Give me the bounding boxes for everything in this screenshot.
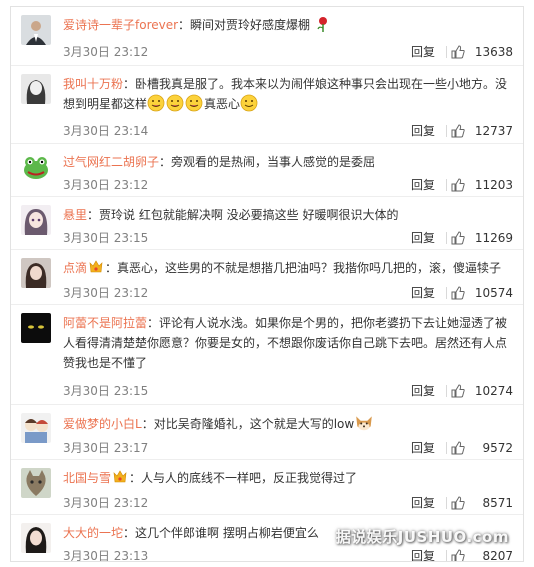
comment-text: ：贾玲说 红包就能解决啊 没必要搞这些 好暖啊很识大体的 — [87, 208, 399, 222]
comment-item: 我叫十万粉：卧槽我真是服了。我本来以为闹伴娘这种事只会出现在一些小地方。没想到明… — [11, 66, 523, 144]
shiba-dog-icon — [356, 416, 372, 431]
username-link[interactable]: 过气网红二胡卵子 — [63, 155, 159, 169]
thumbs-up-icon — [451, 124, 465, 138]
avatar[interactable] — [21, 152, 51, 182]
thumbs-up-icon — [451, 549, 465, 561]
comment-text: ：瞬间对贾玲好感度爆棚 — [178, 18, 311, 32]
reply-button[interactable]: 回复 — [411, 284, 435, 302]
like-count: 8207 — [482, 549, 513, 562]
comment-item: 爱诗诗一辈子forever：瞬间对贾玲好感度爆棚 3月30日 23:12 回复 … — [11, 7, 523, 66]
like-count: 10274 — [474, 384, 513, 398]
thumbs-up-icon — [451, 45, 465, 59]
divider — [446, 497, 447, 509]
reply-button[interactable]: 回复 — [411, 122, 435, 140]
vip-badge-icon — [89, 260, 103, 273]
comment-text: ：对比吴奇隆婚礼，这个就是大写的low — [141, 417, 355, 431]
comment-item: 爱做梦的小白L：对比吴奇隆婚礼，这个就是大写的low 3月30日 23:17 回… — [11, 405, 523, 460]
comment-time: 3月30日 23:13 — [63, 549, 149, 562]
comment-time: 3月30日 23:12 — [63, 496, 149, 510]
like-count: 8571 — [482, 496, 513, 510]
like-count: 10574 — [474, 286, 513, 300]
thumbs-up-icon — [451, 384, 465, 398]
smile-emoji-icon — [240, 94, 258, 112]
comment-item: 点滴 ：真恶心，这些男的不就是想揩几把油吗？我揩你吗几把的，滚，傻逼犊子 3月30… — [11, 250, 523, 305]
like-button[interactable]: 11269 — [451, 229, 513, 247]
divider — [446, 287, 447, 299]
comment-time: 3月30日 23:12 — [63, 45, 149, 59]
thumbs-up-icon — [451, 496, 465, 510]
like-button[interactable]: 10274 — [451, 382, 513, 400]
avatar[interactable] — [21, 15, 51, 45]
comment-text: ：旁观看的是热闹，当事人感觉的是委屈 — [159, 155, 376, 169]
comment-time: 3月30日 23:15 — [63, 231, 149, 245]
avatar[interactable] — [21, 74, 51, 104]
reply-button[interactable]: 回复 — [411, 43, 435, 61]
username-link[interactable]: 点滴 — [63, 261, 87, 275]
like-count: 13638 — [474, 45, 513, 59]
comment-time: 3月30日 23:12 — [63, 286, 149, 300]
avatar[interactable] — [21, 413, 51, 443]
comment-text: 真恶心 — [204, 97, 241, 111]
tongue-emoji-icon — [185, 94, 203, 112]
rose-icon — [317, 17, 327, 32]
username-link[interactable]: 我叫十万粉 — [63, 77, 123, 91]
reply-button[interactable]: 回复 — [411, 494, 435, 512]
like-button[interactable]: 12737 — [451, 122, 513, 140]
divider — [446, 442, 447, 454]
divider — [446, 125, 447, 137]
like-count: 11203 — [474, 178, 513, 192]
like-button[interactable]: 8571 — [451, 494, 513, 512]
like-button[interactable]: 8207 — [451, 547, 513, 562]
avatar[interactable] — [21, 258, 51, 288]
comment-item: 阿蕾不是阿拉蕾：评论有人说水浅。如果你是个男的，把你老婆扔下去让她湿透了被人看得… — [11, 305, 523, 405]
reply-button[interactable]: 回复 — [411, 547, 435, 561]
comment-text: ：这几个伴郎谁啊 摆明占柳岩便宜么 — [123, 526, 319, 540]
reply-button[interactable]: 回复 — [411, 176, 435, 194]
thumbs-up-icon — [451, 231, 465, 245]
username-link[interactable]: 北国与雪 — [63, 471, 111, 485]
like-count: 9572 — [482, 441, 513, 455]
reply-button[interactable]: 回复 — [411, 382, 435, 400]
comment-time: 3月30日 23:14 — [63, 124, 149, 138]
thumbs-up-icon — [451, 441, 465, 455]
divider — [446, 385, 447, 397]
comment-text: ：卧槽我真是服了。我本来以为闹伴娘这种事只会出现在一些小地方。没想到明星都这样 — [63, 77, 508, 111]
vip-badge-icon — [113, 470, 127, 483]
tongue-emoji-icon — [147, 94, 165, 112]
comment-time: 3月30日 23:17 — [63, 441, 149, 455]
like-button[interactable]: 9572 — [451, 439, 513, 457]
comment-item: 悬里：贾玲说 红包就能解决啊 没必要搞这些 好暖啊很识大体的 3月30日 23:… — [11, 197, 523, 250]
comment-list: 爱诗诗一辈子forever：瞬间对贾玲好感度爆棚 3月30日 23:12 回复 … — [10, 6, 524, 562]
like-button[interactable]: 13638 — [451, 43, 513, 61]
comment-text: ：人与人的底线不一样吧，反正我觉得过了 — [129, 471, 358, 485]
username-link[interactable]: 大大的一坨 — [63, 526, 123, 540]
username-link[interactable]: 爱诗诗一辈子forever — [63, 18, 178, 32]
divider — [446, 232, 447, 244]
username-link[interactable]: 阿蕾不是阿拉蕾 — [63, 316, 147, 330]
avatar[interactable] — [21, 468, 51, 498]
like-button[interactable]: 11203 — [451, 176, 513, 194]
thumbs-up-icon — [451, 286, 465, 300]
username-link[interactable]: 悬里 — [63, 208, 87, 222]
username-link[interactable]: 爱做梦的小白L — [63, 417, 142, 431]
like-count: 11269 — [474, 231, 513, 245]
divider — [446, 179, 447, 191]
avatar[interactable] — [21, 205, 51, 235]
divider — [446, 550, 447, 561]
thumbs-up-icon — [451, 178, 465, 192]
watermark: 据说娱乐JUSHUO.com — [335, 528, 509, 546]
like-button[interactable]: 10574 — [451, 284, 513, 302]
like-count: 12737 — [474, 124, 513, 138]
divider — [446, 46, 447, 58]
comment-time: 3月30日 23:15 — [63, 384, 149, 398]
tongue-emoji-icon — [166, 94, 184, 112]
avatar[interactable] — [21, 523, 51, 553]
comment-item: 过气网红二胡卵子：旁观看的是热闹，当事人感觉的是委屈 3月30日 23:12 回… — [11, 144, 523, 197]
reply-button[interactable]: 回复 — [411, 439, 435, 457]
comment-item: 北国与雪 ：人与人的底线不一样吧，反正我觉得过了 3月30日 23:12 回复 8… — [11, 460, 523, 515]
comment-time: 3月30日 23:12 — [63, 178, 149, 192]
reply-button[interactable]: 回复 — [411, 229, 435, 247]
avatar[interactable] — [21, 313, 51, 343]
comment-text: ：真恶心，这些男的不就是想揩几把油吗？我揩你吗几把的，滚，傻逼犊子 — [105, 261, 502, 275]
